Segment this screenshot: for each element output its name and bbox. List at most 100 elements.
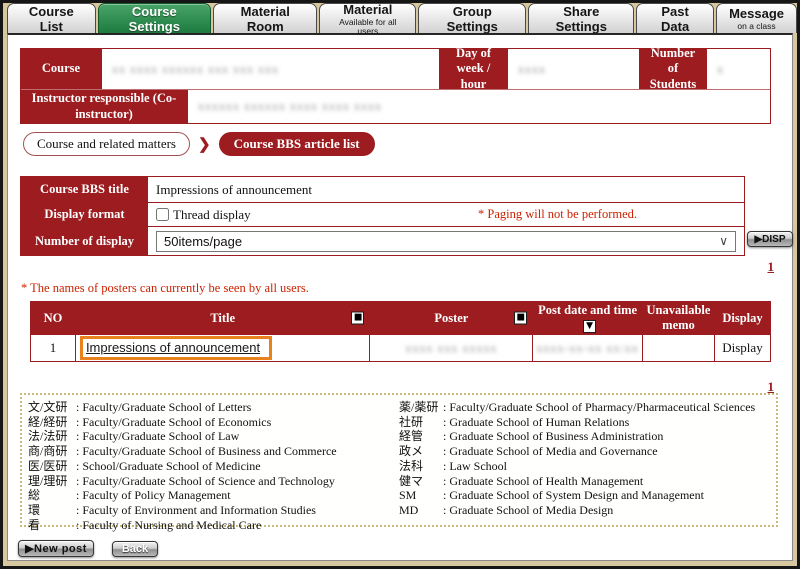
tab-share-settings[interactable]: Share Settings [528, 3, 634, 33]
redacted-text: xxxx xxx xxxxx [405, 341, 497, 355]
legend-desc: : School/Graduate School of Medicine [76, 459, 261, 474]
legend-desc: : Graduate School of System Design and M… [443, 488, 704, 503]
legend-desc: : Faculty/Graduate School of Science and… [76, 474, 335, 489]
title-sort-square-icon[interactable]: ■ [351, 312, 364, 325]
legend-abbr: 文/文研 [28, 400, 76, 415]
disp-button[interactable]: ▶DISP [747, 231, 793, 247]
page-number-link-top[interactable]: 1 [768, 259, 775, 275]
students-value-redacted: x [706, 49, 770, 89]
students-label: Number of Students [639, 49, 706, 89]
legend-abbr: 環 [28, 503, 76, 518]
legend-item: 法/法研: Faculty/Graduate School of Law [28, 429, 399, 444]
tab-message[interactable]: Message on a class [716, 3, 797, 33]
redacted-text: xxxx-xx-xx xx:xx [536, 341, 638, 355]
legend-abbr: 理/理研 [28, 474, 76, 489]
tab-label: Course Settings [111, 4, 198, 34]
legend-item: 医/医研: School/Graduate School of Medicine [28, 459, 399, 474]
legend-desc: : Faculty of Policy Management [76, 488, 231, 503]
legend-desc: : Graduate School of Media Design [443, 503, 613, 518]
legend-left-column: 文/文研: Faculty/Graduate School of Letters… [28, 400, 399, 520]
col-header-label: Poster [434, 311, 468, 325]
back-button[interactable]: Back [112, 541, 158, 557]
col-header-label: NO [44, 311, 63, 325]
col-header-label: Post date and time [538, 303, 637, 317]
new-post-button[interactable]: ▶New post [18, 540, 94, 557]
tab-past-data[interactable]: Past Data [636, 3, 714, 33]
legend-abbr: 社研 [399, 415, 443, 430]
legend-desc: : Graduate School of Health Management [443, 474, 643, 489]
legend-desc: : Faculty/Graduate School of Law [76, 429, 239, 444]
chevron-right-icon: ❯ [198, 135, 211, 154]
content-panel: Course xx xxxx xxxxxx xxx xxx xxx Day of… [7, 33, 793, 561]
legend-item: 看: Faculty of Nursing and Medical Care [28, 518, 399, 533]
breadcrumb-course-related-matters[interactable]: Course and related matters [23, 132, 190, 156]
posters-visibility-notice: * The names of posters can currently be … [21, 281, 309, 296]
legend-abbr: 法/法研 [28, 429, 76, 444]
faculty-legend-box: 文/文研: Faculty/Graduate School of Letters… [20, 393, 778, 527]
tab-label: Material [343, 2, 392, 17]
legend-desc: : Graduate School of Business Administra… [443, 429, 663, 444]
bbs-title-value: Impressions of announcement [148, 177, 744, 202]
post-poster-cell: xxxx xxx xxxxx [370, 335, 533, 362]
legend-item: 法科: Law School [399, 459, 770, 474]
instructor-label: Instructor responsible (Co-instructor) [21, 90, 187, 123]
breadcrumb-current-bbs-article-list: Course BBS article list [219, 132, 375, 156]
tab-bar: Course List Course Settings Material Roo… [7, 3, 797, 33]
tab-material-room[interactable]: Material Room [213, 3, 317, 33]
post-title-link[interactable]: Impressions of announcement [86, 340, 260, 355]
tab-material[interactable]: Material Available for all users [319, 3, 416, 33]
poster-sort-square-icon[interactable]: ■ [514, 312, 527, 325]
redacted-text: x [717, 62, 724, 77]
redacted-text: xxxx [518, 62, 546, 77]
tab-course-settings[interactable]: Course Settings [98, 3, 211, 33]
instructor-value-redacted: xxxxxx xxxxxx xxxx xxxx xxxx [187, 90, 770, 123]
legend-abbr: MD [399, 503, 443, 518]
tab-label: Course List [20, 4, 83, 34]
legend-item: 健マ: Graduate School of Health Management [399, 474, 770, 489]
legend-abbr: 医/医研 [28, 459, 76, 474]
thread-display-checkbox-label: Thread display [173, 207, 251, 223]
posts-table: NO Title ■ Poster ■ Post date and time▼ … [30, 301, 771, 362]
tab-label: Group Settings [431, 4, 513, 34]
items-per-page-select[interactable]: 50items/page ∨ [156, 231, 736, 252]
day-of-week-value-redacted: xxxx [507, 49, 639, 89]
thread-display-checkbox[interactable] [156, 208, 169, 221]
legend-item: 商/商研: Faculty/Graduate School of Busines… [28, 444, 399, 459]
legend-item: 経/経研: Faculty/Graduate School of Economi… [28, 415, 399, 430]
legend-desc: : Faculty/Graduate School of Pharmacy/Ph… [443, 400, 755, 415]
legend-item: 理/理研: Faculty/Graduate School of Science… [28, 474, 399, 489]
legend-abbr: 看 [28, 518, 76, 533]
tab-course-list[interactable]: Course List [7, 3, 96, 33]
post-title-cell: Impressions of announcement [75, 335, 370, 362]
post-no-cell: 1 [31, 335, 76, 362]
date-sort-desc-icon[interactable]: ▼ [583, 320, 596, 333]
legend-desc: : Law School [443, 459, 507, 474]
legend-abbr: 法科 [399, 459, 443, 474]
tab-sublabel: on a class [737, 22, 775, 31]
annotation-highlight-box: Impressions of announcement [80, 336, 272, 360]
day-of-week-label: Day of week / hour [439, 49, 507, 89]
legend-abbr: 総 [28, 488, 76, 503]
items-per-page-selected-value: 50items/page [164, 234, 242, 249]
legend-desc: : Faculty/Graduate School of Economics [76, 415, 271, 430]
tab-group-settings[interactable]: Group Settings [418, 3, 526, 33]
legend-abbr: 商/商研 [28, 444, 76, 459]
col-header-no: NO [31, 302, 76, 335]
number-of-display-value: 50items/page ∨ [148, 227, 744, 255]
post-memo-cell [642, 335, 714, 362]
posts-table-header-row: NO Title ■ Poster ■ Post date and time▼ … [31, 302, 771, 335]
legend-desc: : Faculty/Graduate School of Business an… [76, 444, 337, 459]
legend-desc: : Faculty of Nursing and Medical Care [76, 518, 261, 533]
breadcrumb: Course and related matters ❯ Course BBS … [23, 132, 375, 156]
legend-item: SM: Graduate School of System Design and… [399, 488, 770, 503]
paging-note: * Paging will not be performed. [478, 207, 637, 222]
tab-label: Material Room [226, 4, 304, 34]
course-label: Course [21, 49, 101, 89]
legend-item: 政メ: Graduate School of Media and Governa… [399, 444, 770, 459]
legend-abbr: SM [399, 488, 443, 503]
legend-desc: : Faculty/Graduate School of Letters [76, 400, 251, 415]
course-info-table: Course xx xxxx xxxxxx xxx xxx xxx Day of… [20, 48, 771, 124]
square-glyph: ■ [516, 314, 525, 323]
legend-desc: : Graduate School of Human Relations [443, 415, 629, 430]
bbs-title-label: Course BBS title [21, 177, 148, 202]
